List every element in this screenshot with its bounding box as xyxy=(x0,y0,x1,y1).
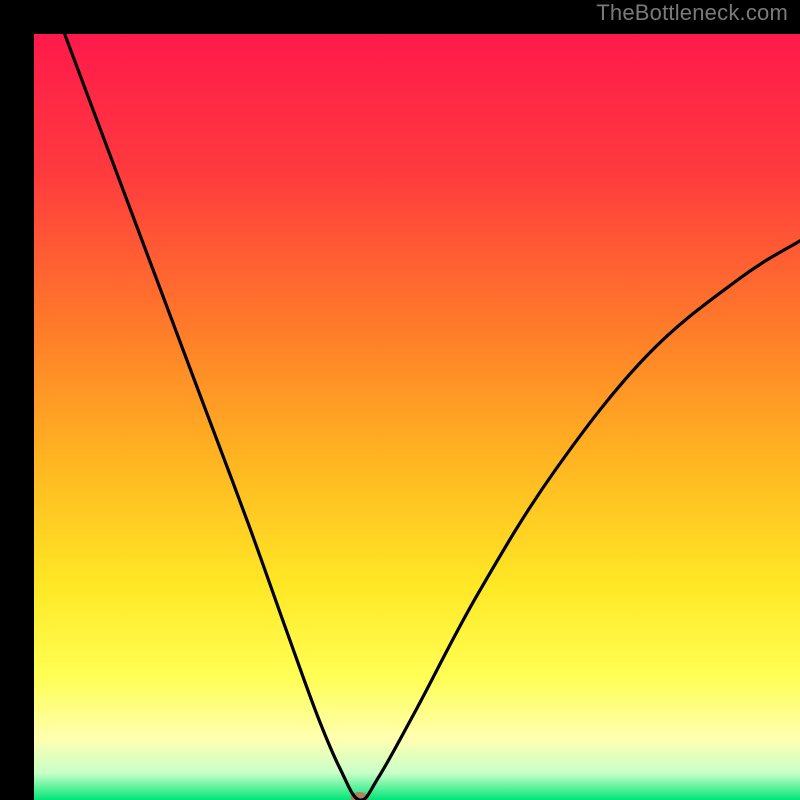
chart-frame xyxy=(17,17,783,783)
bottleneck-chart xyxy=(34,34,800,800)
watermark-text: TheBottleneck.com xyxy=(596,0,788,26)
chart-background xyxy=(34,34,800,800)
